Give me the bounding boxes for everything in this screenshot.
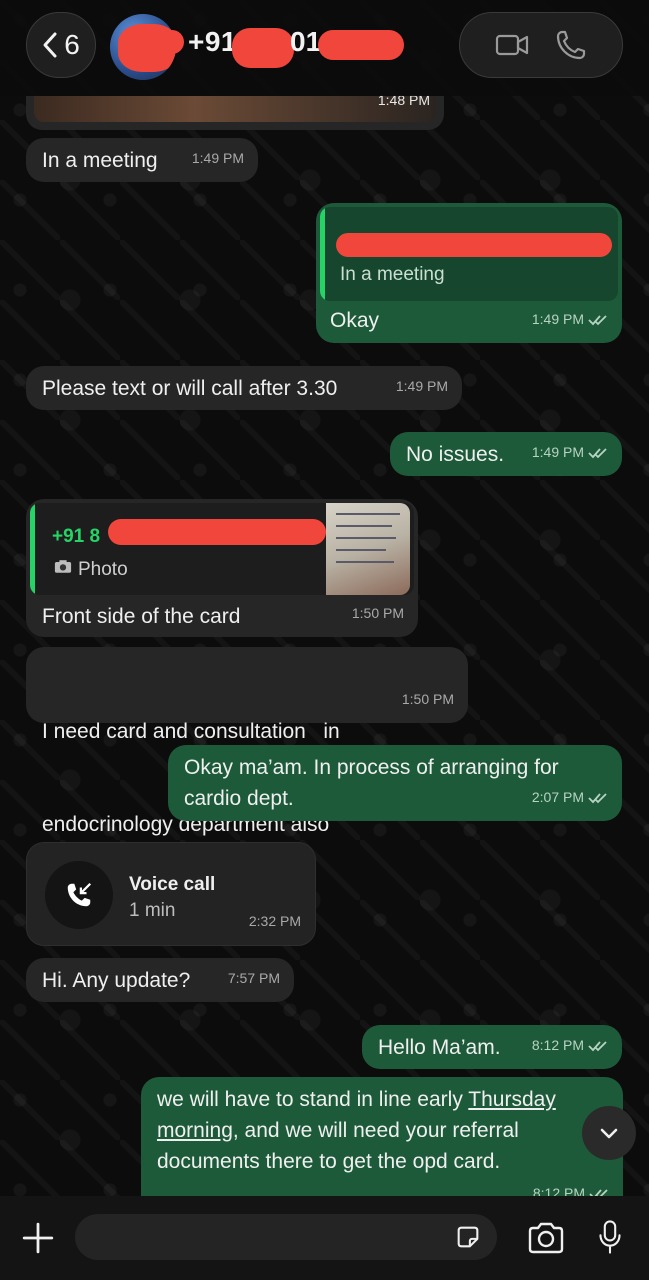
double-tick-icon bbox=[588, 1040, 607, 1051]
photo-thumbnail bbox=[34, 96, 436, 122]
message-bubble-incoming[interactable]: Please text or will call after 3.30 1:49… bbox=[26, 366, 462, 410]
quote-accent-bar bbox=[30, 503, 35, 595]
back-button[interactable]: 6 bbox=[26, 12, 96, 78]
message-time: 7:57 PM bbox=[227, 970, 280, 986]
call-icon-circle bbox=[45, 861, 113, 929]
quote-type: Photo bbox=[78, 559, 128, 580]
incoming-call-icon bbox=[67, 882, 92, 907]
chevron-down-icon bbox=[600, 1128, 618, 1139]
date-link[interactable]: Thursday bbox=[468, 1088, 556, 1111]
quote-text: In a meeting bbox=[340, 264, 445, 285]
voice-message-button[interactable] bbox=[588, 1214, 632, 1260]
message-time: 1:49 PM bbox=[191, 150, 244, 166]
message-bubble-outgoing[interactable]: we will have to stand in line early Thur… bbox=[141, 1077, 623, 1207]
message-time: 1:49 PM bbox=[532, 304, 608, 335]
call-actions bbox=[459, 12, 623, 78]
phone-fragment: 01 bbox=[290, 26, 322, 57]
message-bubble-incoming[interactable]: In a meeting 1:49 PM bbox=[26, 138, 258, 182]
quote-accent-bar bbox=[320, 207, 325, 301]
double-tick-icon bbox=[588, 314, 607, 325]
message-bubble-outgoing[interactable]: Okay ma’am. In process of arranging for … bbox=[168, 745, 622, 821]
date-link[interactable]: morning bbox=[157, 1119, 233, 1142]
quote-sender: +91 8 bbox=[52, 526, 101, 547]
message-time: 8:12 PM bbox=[532, 1030, 608, 1061]
camera-button[interactable] bbox=[524, 1216, 568, 1260]
unread-count: 6 bbox=[64, 29, 80, 60]
message-time: 1:49 PM bbox=[395, 378, 448, 394]
redacted-phone-number bbox=[232, 28, 294, 68]
call-duration: 1 min bbox=[129, 900, 176, 921]
message-bubble-incoming[interactable]: Hi. Any update? 7:57 PM bbox=[26, 958, 294, 1002]
chevron-left-icon bbox=[43, 32, 57, 58]
photo-thumbnail bbox=[326, 503, 410, 595]
attach-button[interactable] bbox=[18, 1218, 58, 1258]
quoted-message[interactable]: +91 8 Photo bbox=[30, 503, 414, 595]
message-bubble-incoming[interactable]: I need card and consultation in endocrin… bbox=[26, 647, 468, 836]
message-time: 2:32 PM bbox=[248, 913, 301, 929]
message-time: 1:49 PM bbox=[532, 437, 608, 468]
video-camera-icon[interactable] bbox=[494, 27, 530, 63]
message-time: 2:07 PM bbox=[532, 782, 608, 813]
redacted-avatar-part bbox=[150, 30, 184, 54]
redacted-phone-number bbox=[318, 30, 404, 60]
sticker-icon bbox=[457, 1226, 479, 1248]
photo-message[interactable]: 1:48 PM bbox=[26, 92, 444, 130]
message-time: 1:50 PM bbox=[351, 605, 404, 621]
message-text: Front side of the card bbox=[42, 605, 241, 628]
message-text: we will have to stand in line early Thur… bbox=[157, 1088, 556, 1173]
message-text: In a meeting bbox=[42, 149, 158, 172]
message-text: Hi. Any update? bbox=[42, 969, 191, 992]
message-text: No issues. bbox=[406, 443, 505, 466]
composer-bar bbox=[0, 1196, 649, 1280]
message-bubble-outgoing[interactable]: Hello Ma’am. 8:12 PM bbox=[362, 1025, 622, 1069]
contact-name[interactable]: +91 bbox=[188, 26, 237, 58]
microphone-icon bbox=[599, 1220, 621, 1254]
plus-icon bbox=[22, 1222, 54, 1254]
quoted-message[interactable]: In a meeting bbox=[320, 207, 618, 301]
camera-icon bbox=[54, 560, 72, 573]
voice-call-bubble[interactable]: Voice call 1 min 2:32 PM bbox=[26, 842, 316, 946]
redacted-sender bbox=[108, 519, 326, 545]
message-bubble-incoming[interactable]: +91 8 Photo Front side of the card 1:50 … bbox=[26, 499, 418, 637]
double-tick-icon bbox=[588, 792, 607, 803]
message-input[interactable] bbox=[75, 1214, 497, 1260]
phone-icon[interactable] bbox=[553, 27, 589, 63]
camera-icon bbox=[528, 1222, 564, 1254]
message-text: Okay bbox=[330, 309, 380, 332]
message-text: Okay ma’am. In process of arranging for … bbox=[184, 756, 559, 810]
sticker-button[interactable] bbox=[453, 1222, 483, 1252]
message-time: 1:50 PM bbox=[401, 691, 454, 707]
message-bubble-outgoing[interactable]: No issues. 1:49 PM bbox=[390, 432, 622, 476]
redacted-sender bbox=[336, 233, 612, 257]
message-text: Hello Ma’am. bbox=[378, 1036, 501, 1059]
chat-header: 6 +91 01 bbox=[0, 0, 649, 96]
message-text: Please text or will call after 3.30 bbox=[42, 377, 338, 400]
double-tick-icon bbox=[588, 447, 607, 458]
message-bubble-outgoing[interactable]: In a meeting Okay 1:49 PM bbox=[316, 203, 622, 343]
scroll-to-bottom-button[interactable] bbox=[582, 1106, 636, 1160]
